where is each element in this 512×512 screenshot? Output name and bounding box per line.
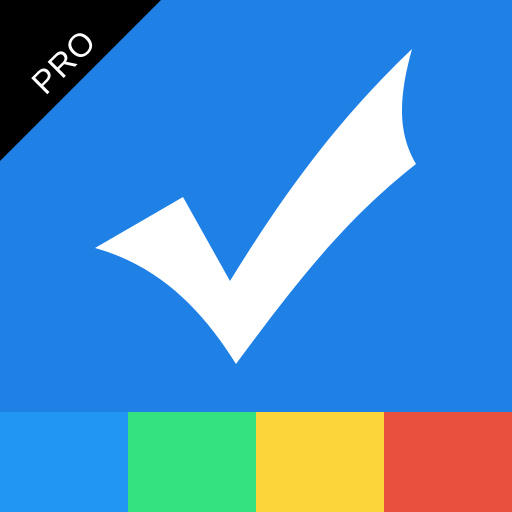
green-color-block	[128, 412, 256, 512]
blue-color-block	[0, 412, 128, 512]
red-color-block	[384, 412, 512, 512]
yellow-color-block	[256, 412, 384, 512]
app-icon: PRO	[0, 0, 512, 512]
checkmark-shape	[95, 49, 416, 364]
color-strip	[0, 412, 512, 512]
